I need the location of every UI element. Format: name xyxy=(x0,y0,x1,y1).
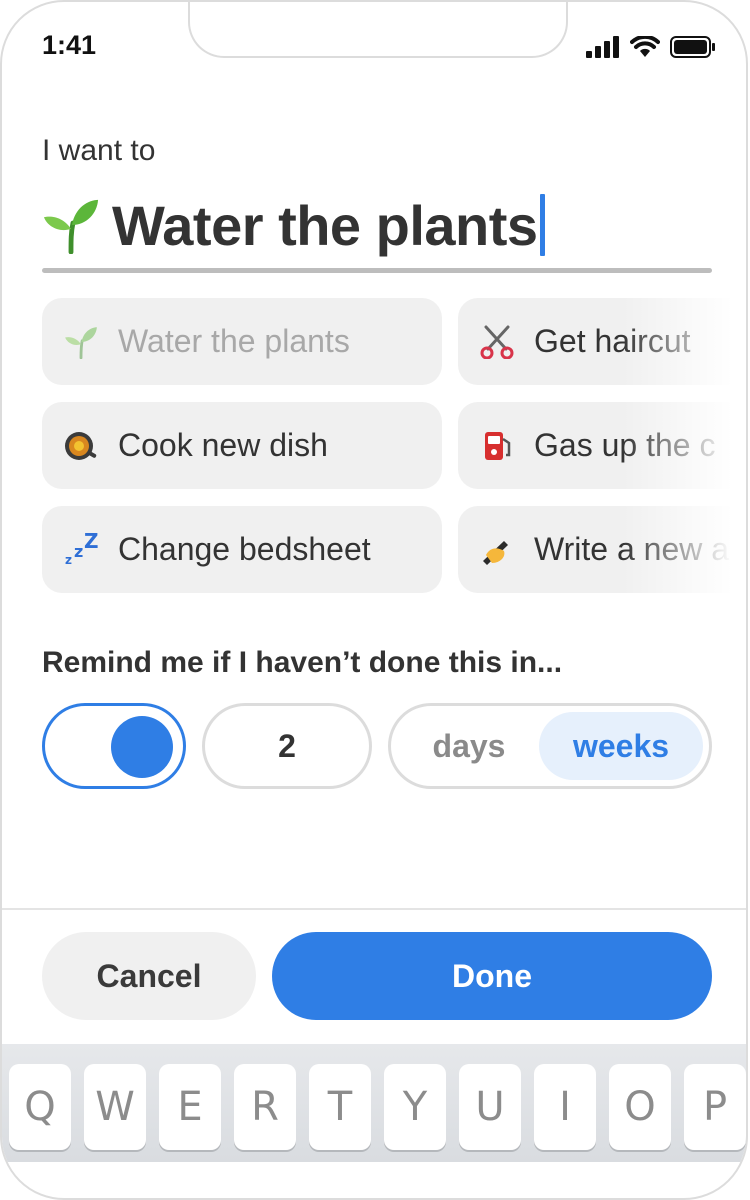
text-cursor xyxy=(539,194,545,256)
status-icons xyxy=(586,36,716,58)
key-e[interactable]: E xyxy=(159,1064,221,1150)
writing-hand-icon xyxy=(480,533,514,567)
key-u[interactable]: U xyxy=(459,1064,521,1150)
key-r[interactable]: R xyxy=(234,1064,296,1150)
key-o[interactable]: O xyxy=(609,1064,671,1150)
key-y[interactable]: Y xyxy=(384,1064,446,1150)
suggestion-chip-haircut[interactable]: Get haircut xyxy=(458,298,746,385)
interval-count-field[interactable]: 2 xyxy=(202,703,372,789)
task-title-text: Water the plants xyxy=(112,193,538,257)
cancel-button[interactable]: Cancel xyxy=(42,932,256,1020)
suggestion-grid: Water the plants Get haircut Cook new di… xyxy=(2,298,746,598)
unit-segmented-control: days weeks xyxy=(388,703,712,789)
reminder-toggle[interactable] xyxy=(42,703,186,789)
key-t[interactable]: T xyxy=(309,1064,371,1150)
key-w[interactable]: W xyxy=(84,1064,146,1150)
phone-frame: 1:41 I want to Water the plants Water th… xyxy=(0,0,748,1200)
battery-icon xyxy=(670,36,715,58)
suggestion-label: Water the plants xyxy=(118,323,350,359)
suggestion-label: Change bedsheet xyxy=(118,531,371,567)
suggestion-chip-write[interactable]: Write a new a xyxy=(458,506,746,593)
seedling-icon xyxy=(64,325,98,359)
suggestion-label: Gas up the c xyxy=(534,427,716,463)
suggestion-label: Write a new a xyxy=(534,531,730,567)
keyboard: Q W E R T Y U I O P xyxy=(2,1044,746,1162)
unit-option-weeks[interactable]: weeks xyxy=(539,712,703,780)
svg-text:z: z xyxy=(74,542,83,561)
seedling-icon xyxy=(43,199,99,254)
title-underline xyxy=(42,268,712,273)
toggle-knob xyxy=(111,716,173,778)
suggestion-chip-cook-dish[interactable]: Cook new dish xyxy=(42,402,442,489)
cellular-signal-icon xyxy=(586,36,619,58)
key-i[interactable]: I xyxy=(534,1064,596,1150)
suggestion-chip-water-plants[interactable]: Water the plants xyxy=(42,298,442,385)
sleeping-zzz-icon: z z Z xyxy=(64,533,98,567)
fuel-pump-icon xyxy=(480,429,514,463)
divider xyxy=(2,908,746,910)
scissors-icon xyxy=(480,325,514,359)
svg-text:z: z xyxy=(65,553,72,567)
done-button[interactable]: Done xyxy=(272,932,712,1020)
remind-label: Remind me if I haven’t done this in... xyxy=(42,646,563,679)
cooking-pan-icon xyxy=(64,429,98,463)
key-p[interactable]: P xyxy=(684,1064,746,1150)
suggestion-label: Cook new dish xyxy=(118,427,328,463)
unit-option-days[interactable]: days xyxy=(399,712,539,780)
key-q[interactable]: Q xyxy=(9,1064,71,1150)
notch xyxy=(188,2,568,58)
wifi-icon xyxy=(630,36,660,57)
suggestion-chip-gas-up[interactable]: Gas up the c xyxy=(458,402,746,489)
status-time: 1:41 xyxy=(42,30,97,60)
svg-text:Z: Z xyxy=(84,533,98,553)
task-title-input[interactable]: Water the plants xyxy=(42,190,545,260)
want-label: I want to xyxy=(42,134,156,167)
suggestion-chip-bedsheet[interactable]: z z Z Change bedsheet xyxy=(42,506,442,593)
suggestion-label: Get haircut xyxy=(534,323,691,359)
